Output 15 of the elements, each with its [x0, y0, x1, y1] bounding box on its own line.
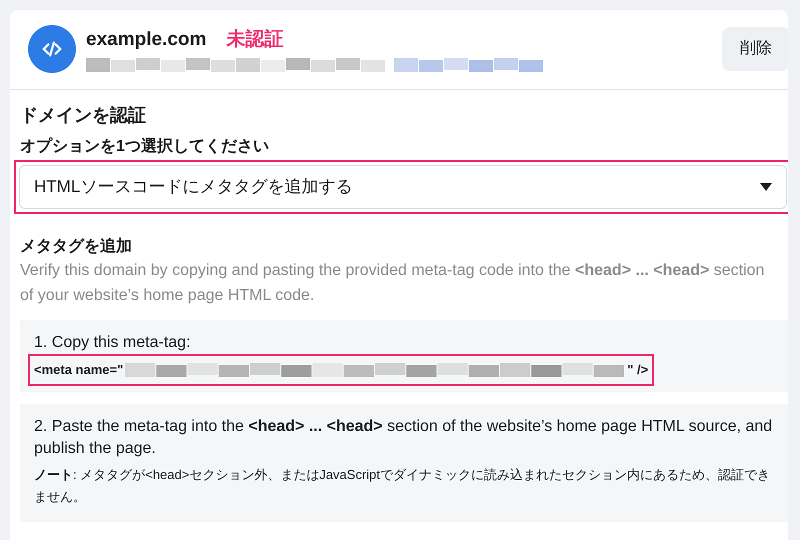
delete-button[interactable]: 削除	[722, 27, 788, 71]
description-paragraph: Verify this domain by copying and pasting the provided meta-tag code into the <head> ... <head> section of your website’s home page HTML code.	[20, 261, 766, 306]
option-dropdown[interactable]: HTMLソースコードにメタタグを追加する	[19, 165, 787, 209]
step-text: 1. Copy this meta-tag:	[34, 333, 192, 353]
dropdown-caret-icon	[760, 183, 772, 191]
code-end: " />	[627, 361, 648, 379]
domain-name: example.com	[86, 28, 206, 52]
code-start: <meta name="	[34, 361, 124, 379]
step-text: 2. Paste the meta-tag into the <head> ... <head> section of the website’s home page HTML source, and publish the page.	[34, 416, 774, 458]
note-text: ノート: メタタグが<head>セクション外、またはJavaScriptでダイナミックに読み込まれたセクション内にあるため、認証できません。	[34, 466, 772, 506]
section-title: ドメインを認証	[20, 104, 147, 127]
option-label: オプションを1つ選択してください	[20, 136, 270, 157]
code-icon	[28, 25, 76, 73]
status-label: 未認証	[226, 28, 284, 52]
meta-section-title: メタタグを追加	[20, 236, 133, 257]
